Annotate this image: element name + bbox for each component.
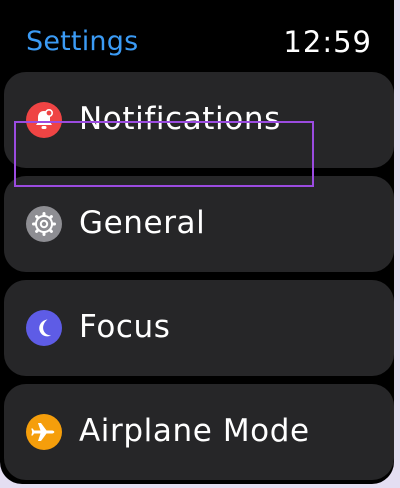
settings-item-label: Notifications — [79, 101, 281, 137]
settings-item-label: Airplane Mode — [79, 413, 310, 449]
page-title[interactable]: Settings — [26, 24, 138, 60]
moon-icon — [26, 310, 62, 346]
status-bar: Settings 12:59 — [0, 0, 394, 70]
settings-item-notifications[interactable]: Notifications — [4, 72, 394, 168]
settings-item-airplane-mode[interactable]: Airplane Mode — [4, 384, 394, 480]
settings-item-label: General — [79, 205, 206, 241]
settings-item-label: Focus — [79, 309, 171, 345]
gear-icon — [26, 206, 62, 242]
watch-screen: Settings 12:59 Notifications General Foc… — [0, 0, 394, 484]
settings-item-focus[interactable]: Focus — [4, 280, 394, 376]
airplane-icon — [26, 414, 62, 450]
clock-time: 12:59 — [283, 25, 372, 59]
notification-bell-icon — [26, 102, 62, 138]
settings-item-general[interactable]: General — [4, 176, 394, 272]
